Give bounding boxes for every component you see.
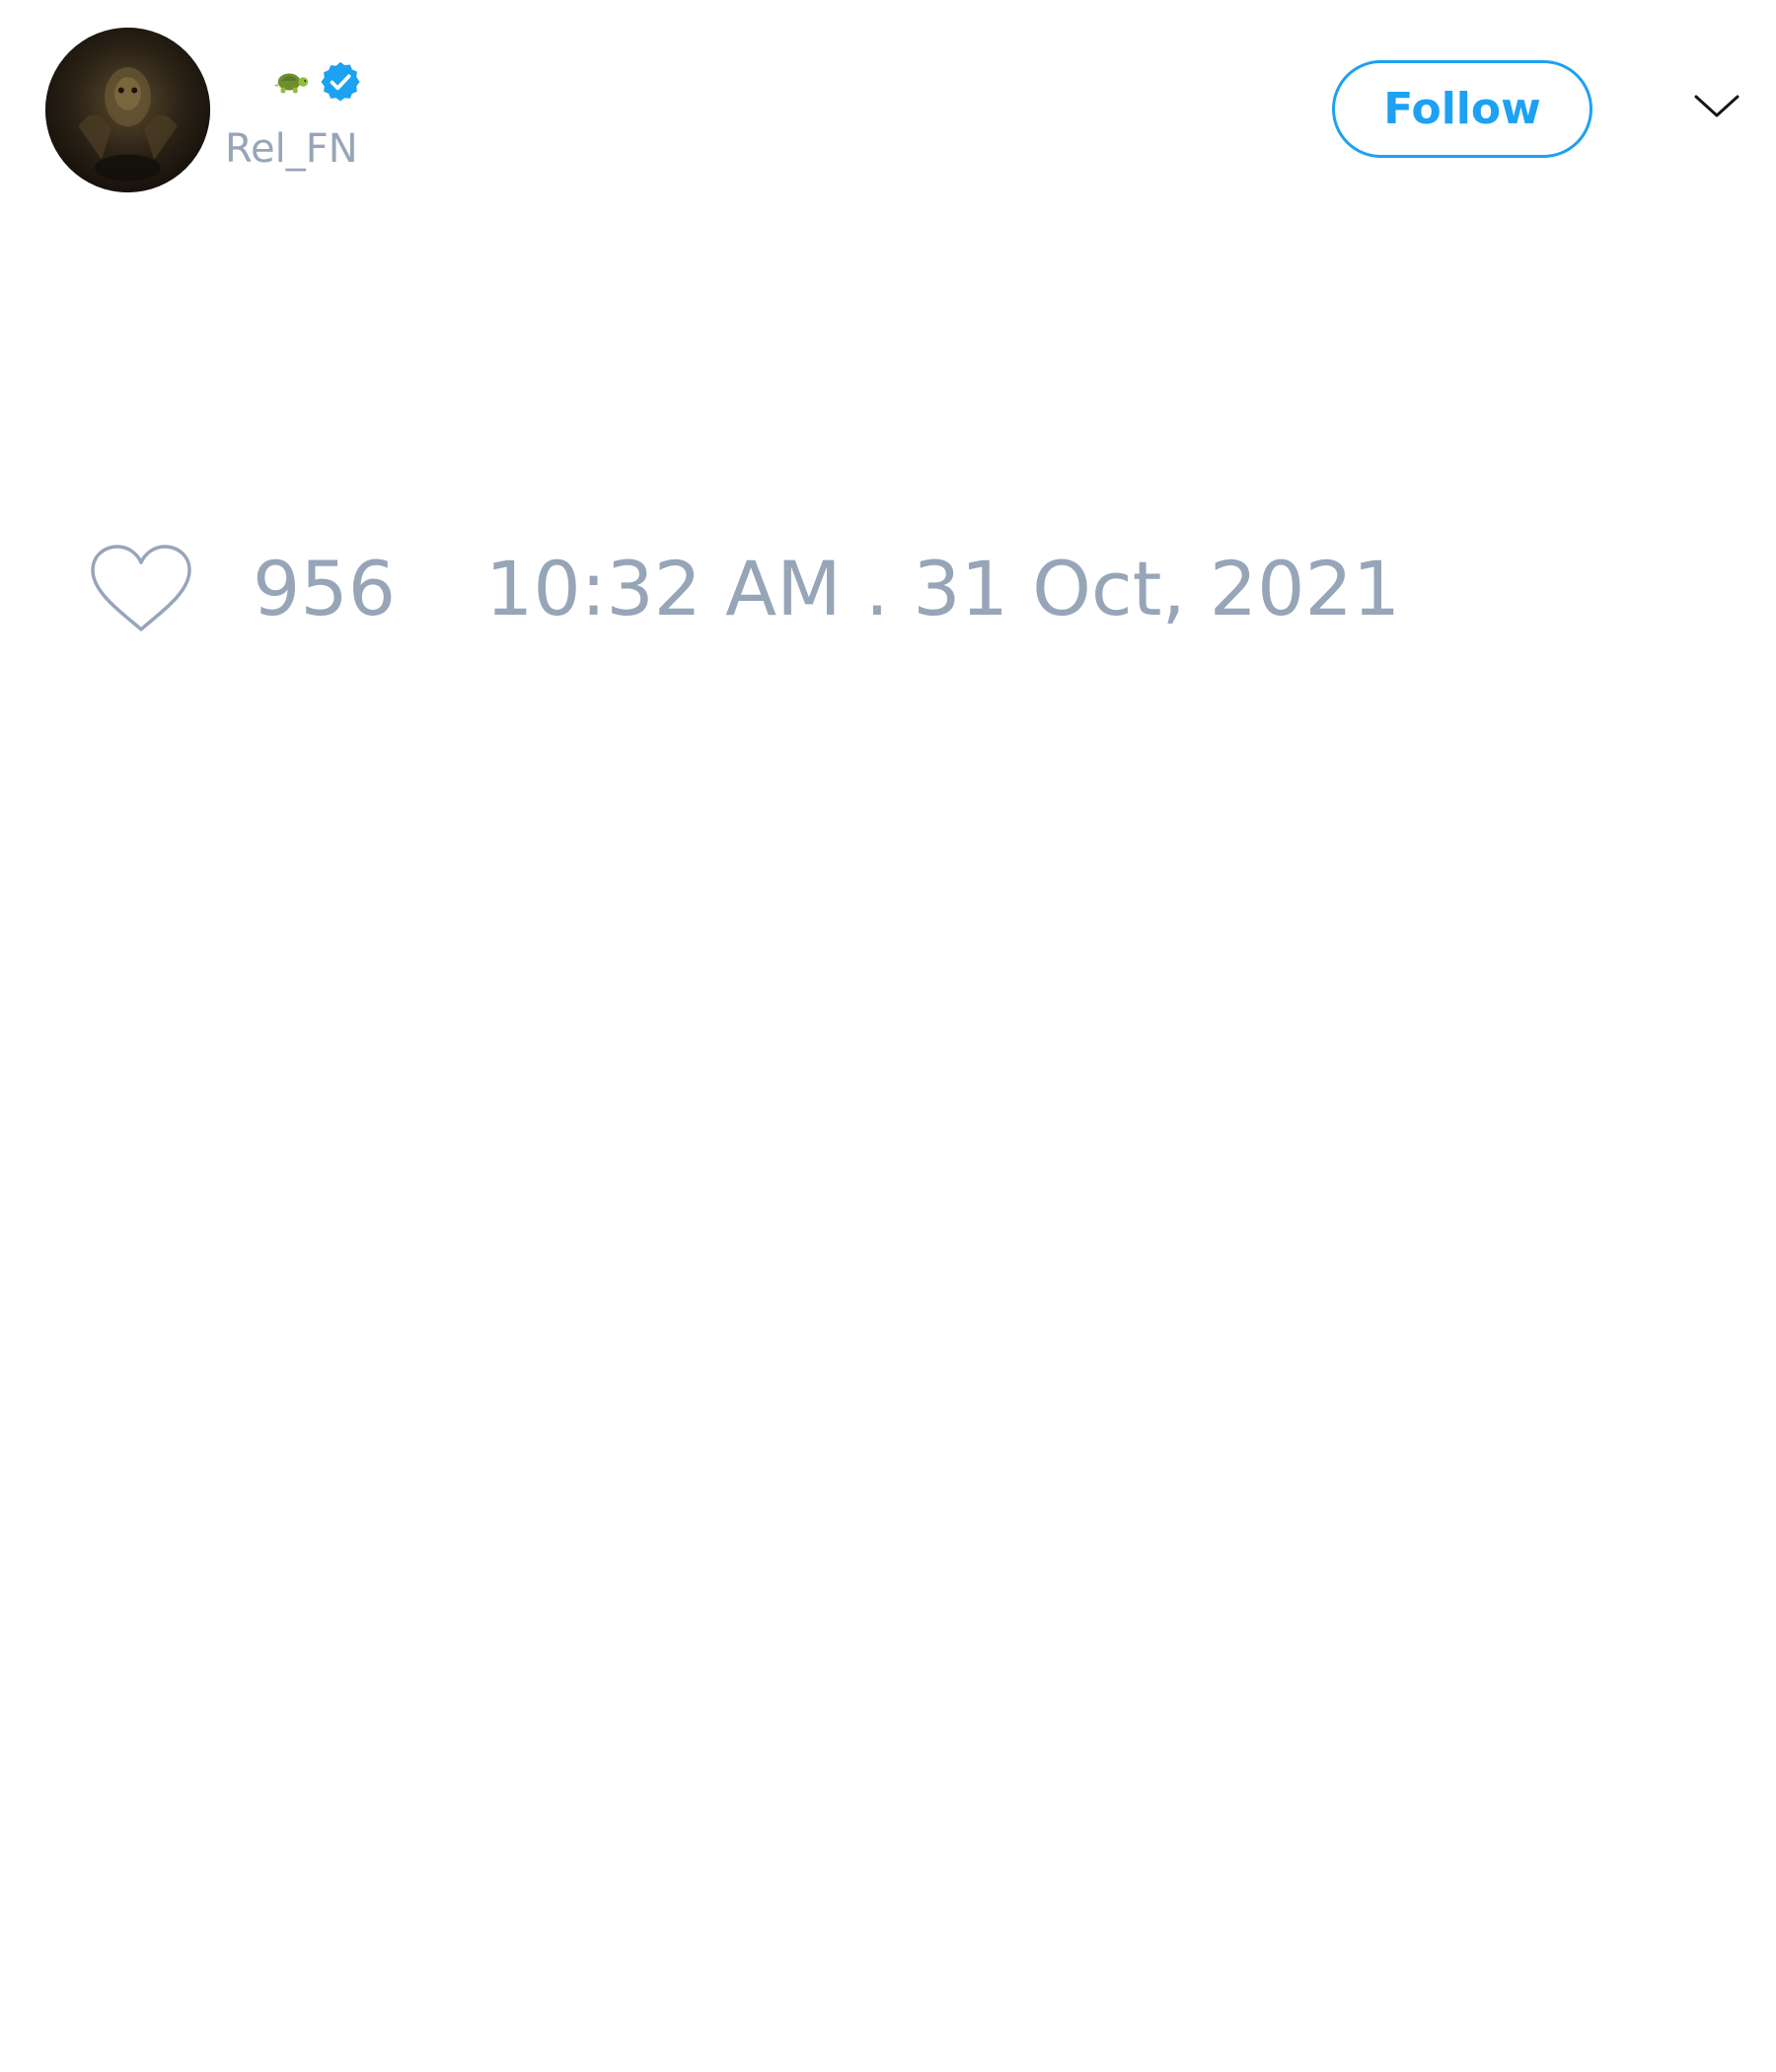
chevron-down-icon[interactable] (1693, 92, 1740, 121)
turtle-emoji-icon (272, 63, 310, 101)
verified-badge-icon (318, 59, 363, 105)
like-count: 956 (253, 545, 397, 632)
avatar-image (45, 28, 210, 192)
avatar[interactable] (45, 28, 210, 192)
tweet-timestamp[interactable]: 10:32 AM . 31 Oct, 2021 (485, 545, 1400, 633)
display-name-row[interactable] (272, 57, 363, 107)
heart-icon[interactable] (89, 543, 193, 635)
follow-button[interactable]: Follow (1332, 60, 1592, 158)
user-handle[interactable]: Rel_FN (225, 126, 358, 172)
